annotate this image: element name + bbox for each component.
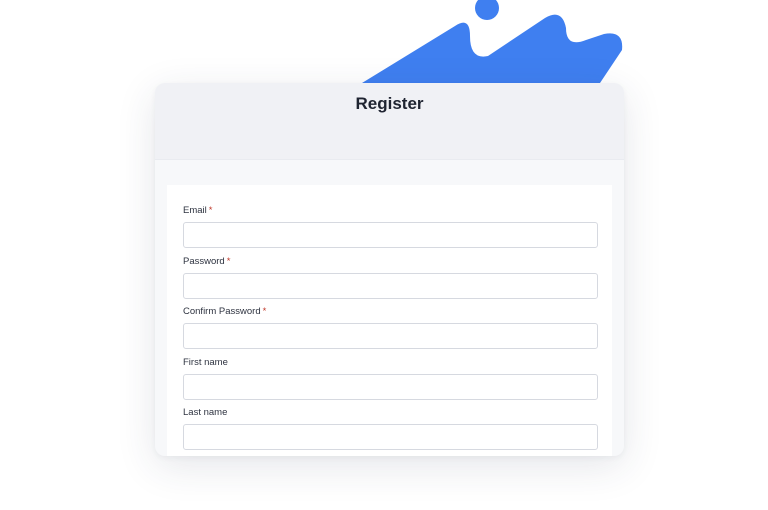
card-header: Register: [155, 83, 624, 160]
last-name-field-group: Last name: [183, 406, 598, 450]
required-marker: *: [262, 306, 267, 317]
required-marker: *: [208, 205, 213, 216]
confirm-password-input[interactable]: [183, 323, 598, 349]
last-name-input[interactable]: [183, 424, 598, 450]
password-input[interactable]: [183, 273, 598, 299]
password-label: Password *: [183, 256, 231, 267]
confirm-password-label: Confirm Password *: [183, 306, 267, 317]
required-marker: *: [226, 256, 231, 267]
last-name-label: Last name: [183, 407, 228, 418]
confirm-password-field-group: Confirm Password *: [183, 305, 598, 349]
first-name-input[interactable]: [183, 374, 598, 400]
email-field-group: Email *: [183, 204, 598, 248]
registration-form: Email * Password * Confirm Password * First…: [167, 185, 612, 456]
first-name-field-group: First name: [183, 356, 598, 400]
page-title: Register: [355, 94, 424, 113]
email-input[interactable]: [183, 222, 598, 248]
email-label: Email *: [183, 205, 213, 216]
register-card: Register Email * Password * Confirm Passwo…: [155, 83, 624, 456]
password-field-group: Password *: [183, 255, 598, 299]
first-name-label: First name: [183, 357, 228, 368]
